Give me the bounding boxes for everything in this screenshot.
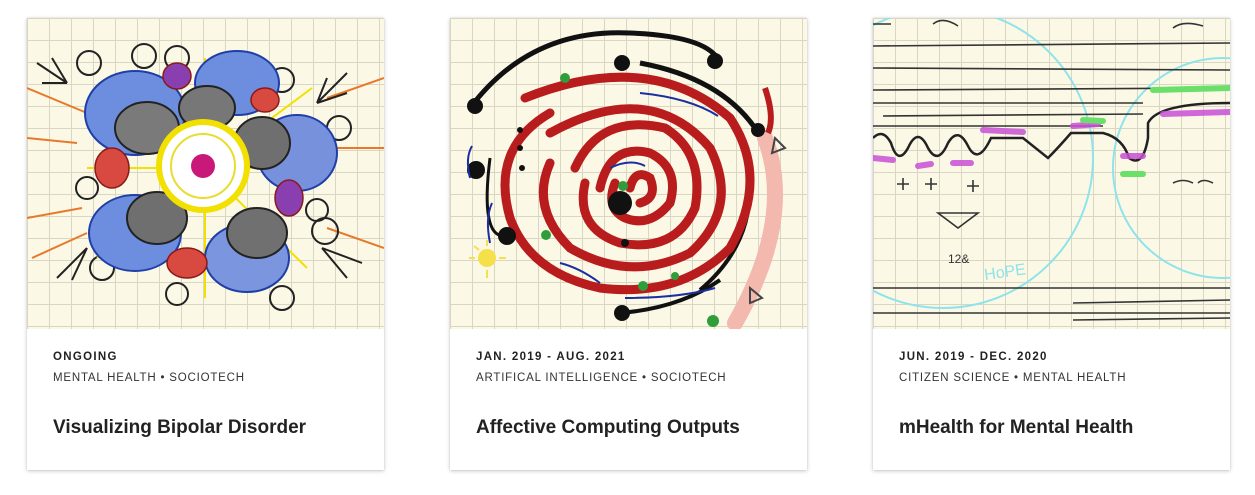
project-card-mhealth[interactable]: 12& HoPE JUN. 2019 - DEC. 2020 CITIZEN S… bbox=[873, 18, 1230, 470]
project-tags: MENTAL HEALTH • SOCIOTECH bbox=[53, 372, 245, 384]
card-thumbnail-wave-drawing[interactable]: 12& HoPE bbox=[873, 18, 1230, 329]
project-date: ONGOING bbox=[53, 351, 118, 363]
project-tags: ARTIFICAL INTELLIGENCE • SOCIOTECH bbox=[476, 372, 727, 384]
spiral-sketch bbox=[466, 30, 787, 329]
card-thumbnail-spiral-drawing[interactable] bbox=[450, 18, 807, 329]
project-title[interactable]: Visualizing Bipolar Disorder bbox=[53, 417, 306, 439]
flower-sketch bbox=[27, 43, 384, 311]
card-thumbnail-flower-drawing[interactable] bbox=[27, 18, 384, 329]
project-tags: CITIZEN SCIENCE • MENTAL HEALTH bbox=[899, 372, 1127, 384]
drawing-hope-text: HoPE bbox=[983, 261, 1027, 284]
project-date: JUN. 2019 - DEC. 2020 bbox=[899, 351, 1048, 363]
project-date: JAN. 2019 - AUG. 2021 bbox=[476, 351, 626, 363]
drawing-number: 12& bbox=[948, 252, 969, 266]
project-title[interactable]: Affective Computing Outputs bbox=[476, 417, 740, 439]
project-title[interactable]: mHealth for Mental Health bbox=[899, 417, 1133, 439]
wave-sketch: 12& HoPE bbox=[873, 18, 1230, 321]
project-card-affective-computing[interactable]: JAN. 2019 - AUG. 2021 ARTIFICAL INTELLIG… bbox=[450, 18, 807, 470]
project-card-bipolar[interactable]: ONGOING MENTAL HEALTH • SOCIOTECH Visual… bbox=[27, 18, 384, 470]
